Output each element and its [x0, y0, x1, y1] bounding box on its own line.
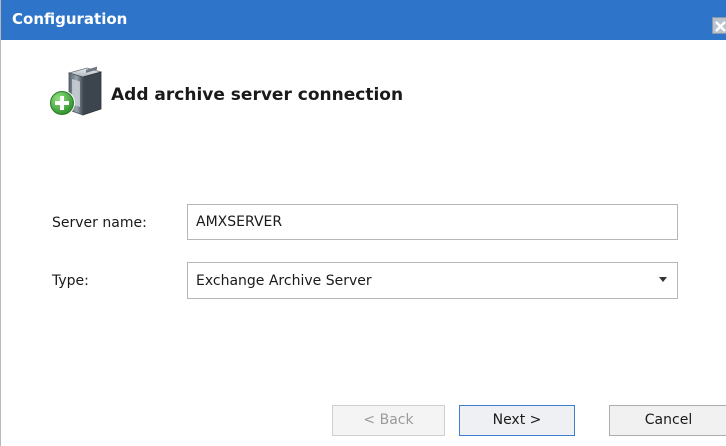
window-title: Configuration: [12, 10, 128, 28]
page-title: Add archive server connection: [111, 85, 404, 105]
next-button[interactable]: Next >: [459, 405, 575, 436]
server-add-icon: [47, 65, 105, 121]
type-dropdown[interactable]: Exchange Archive Server: [187, 262, 678, 299]
title-bar: Configuration: [1, 0, 726, 40]
chevron-down-icon[interactable]: [659, 277, 667, 282]
cancel-button[interactable]: Cancel: [609, 405, 726, 436]
server-name-label: Server name:: [52, 215, 147, 231]
server-name-input[interactable]: [187, 204, 678, 240]
close-button[interactable]: [712, 17, 726, 34]
type-selected-value: Exchange Archive Server: [196, 273, 372, 289]
back-button[interactable]: < Back: [332, 405, 445, 436]
configuration-dialog: Configuration Add archive server connect…: [0, 0, 726, 446]
type-label: Type:: [52, 273, 89, 289]
close-icon: [715, 21, 726, 32]
